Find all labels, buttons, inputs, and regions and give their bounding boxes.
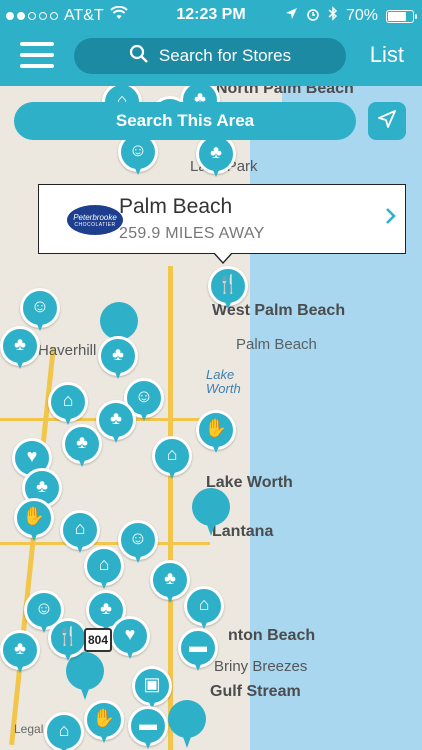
label-boynton-beach: nton Beach — [228, 627, 316, 644]
fork-knife-icon: 🍴 — [216, 274, 240, 294]
battery-percent: 70% — [345, 7, 378, 24]
logo-text: Peterbrooke — [73, 212, 117, 222]
label-gulf-stream: Gulf Stream — [210, 683, 301, 700]
person-icon: ☺ — [128, 528, 148, 548]
battery-icon — [386, 9, 417, 23]
label-palm-beach: Palm Beach — [236, 336, 317, 353]
tree-icon: ♣ — [76, 432, 88, 452]
top-bar: AT&T 12:23 PM 70% Search for Stores List — [0, 0, 422, 86]
map-pin-home[interactable]: ⌂ — [84, 546, 124, 594]
callout-pointer — [213, 252, 233, 264]
location-arrow-icon — [377, 109, 397, 134]
person-icon: ☺ — [34, 598, 54, 618]
tree-icon: ♣ — [14, 334, 26, 354]
home-icon: ⌂ — [62, 390, 74, 410]
search-placeholder: Search for Stores — [158, 46, 292, 65]
home-icon: ⌂ — [98, 554, 110, 574]
map-pin-car[interactable]: ▬ — [128, 706, 168, 750]
fork-knife-icon: 🍴 — [56, 626, 80, 646]
label-haverhill: Haverhill — [38, 342, 97, 359]
map-pin-handshake[interactable]: ✋ — [196, 410, 236, 458]
tree-icon: ♣ — [110, 408, 122, 428]
label-north-palm-beach: North Palm Beach — [216, 86, 354, 97]
label-briny-breezes: Briny Breezes — [214, 658, 308, 675]
menu-button[interactable] — [20, 40, 54, 70]
peterbrooke-logo: Peterbrooke CHOCOLATIER — [67, 205, 123, 235]
home-icon: ⌂ — [198, 594, 210, 614]
menu-icon-line — [20, 53, 54, 57]
store-name: Palm Beach — [119, 195, 233, 218]
map-pin-restaurant[interactable]: 🍴 — [208, 266, 248, 314]
heartbeat-icon: ♥ — [124, 624, 136, 644]
store-callout[interactable]: Peterbrooke CHOCOLATIER Palm Beach 259.9… — [38, 184, 406, 264]
car-icon: ▬ — [139, 714, 157, 734]
map-pin-home[interactable]: ⌂ — [152, 436, 192, 484]
map-pin-home[interactable]: ⌂ — [184, 586, 224, 634]
tree-icon: ♣ — [14, 638, 26, 658]
person-icon: ☺ — [30, 296, 50, 316]
home-icon: ⌂ — [58, 720, 70, 740]
heartbeat-icon: ♥ — [26, 446, 38, 466]
map-pin-tree[interactable]: ♣ — [96, 400, 136, 448]
menu-icon-line — [20, 42, 54, 46]
tree-icon: ♣ — [112, 344, 124, 364]
home-icon: ⌂ — [166, 444, 178, 464]
chevron-right-icon[interactable] — [385, 207, 397, 231]
map-pin-restaurant[interactable]: 🍴 — [48, 618, 88, 666]
menu-icon-line — [20, 64, 54, 68]
map-pin-cluster[interactable] — [168, 700, 206, 750]
map-pin-car[interactable]: ▬ — [178, 628, 218, 676]
handshake-icon: ✋ — [92, 708, 116, 728]
map-pin-handshake[interactable]: ✋ — [84, 700, 124, 748]
person-icon: ☺ — [128, 140, 148, 160]
map-pin-tree[interactable]: ♣ — [98, 336, 138, 384]
store-distance: 259.9 MILES AWAY — [119, 225, 265, 242]
map-pin-home[interactable]: ⌂ — [48, 382, 88, 430]
search-this-area-button[interactable]: Search This Area — [14, 102, 356, 140]
bluetooth-icon — [328, 6, 338, 26]
map-pin-tree[interactable]: ♣ — [196, 134, 236, 182]
list-view-button[interactable]: List — [370, 42, 404, 68]
handshake-icon: ✋ — [204, 418, 228, 438]
status-bar: AT&T 12:23 PM 70% — [0, 0, 422, 32]
home-icon: ⌂ — [74, 518, 86, 538]
tree-icon: ♣ — [36, 476, 48, 496]
status-right: 70% — [285, 6, 417, 26]
locate-me-button[interactable] — [368, 102, 406, 140]
tree-icon: ♣ — [210, 142, 222, 162]
shopping-bag-icon: ▣ — [143, 674, 161, 694]
map-pin-heart[interactable]: ♥ — [110, 616, 150, 664]
map-pin-cluster[interactable] — [192, 488, 230, 538]
search-icon — [129, 44, 149, 69]
map-pin-home[interactable]: ⌂ — [44, 712, 84, 750]
handshake-icon: ✋ — [22, 506, 46, 526]
map-pin-tree[interactable]: ♣ — [0, 630, 40, 678]
store-search-bar[interactable]: Search for Stores — [74, 38, 346, 74]
map-pin-tree[interactable]: ♣ — [0, 326, 40, 374]
logo-subtext: CHOCOLATIER — [74, 221, 116, 228]
car-icon: ▬ — [189, 636, 207, 656]
location-arrow-icon — [285, 7, 298, 25]
highway-shield: 804 — [84, 628, 112, 652]
legal-link[interactable]: Legal — [14, 722, 43, 736]
map-pin-handshake[interactable]: ✋ — [14, 498, 54, 546]
label-lake-worth-water: Lake Worth — [206, 367, 241, 396]
alarm-icon — [306, 7, 320, 26]
map-pin-tree[interactable]: ♣ — [62, 424, 102, 472]
